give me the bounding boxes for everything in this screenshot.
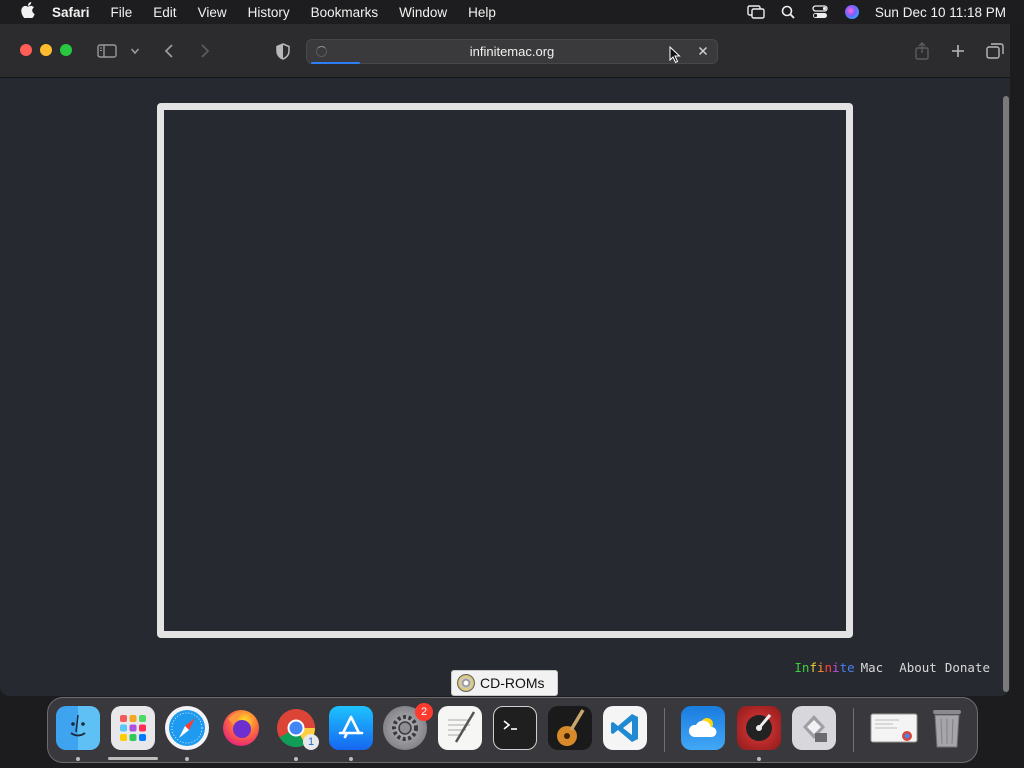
new-tab-icon[interactable] — [948, 41, 968, 61]
menu-file[interactable]: File — [111, 5, 133, 20]
screen-mirroring-icon[interactable] — [747, 5, 765, 19]
menu-app-safari[interactable]: Safari — [52, 5, 90, 20]
menu-bar: Safari File Edit View History Bookmarks … — [0, 0, 1024, 24]
scrollbar-thumb[interactable] — [1003, 96, 1009, 692]
dock-downloads-stack-icon[interactable] — [869, 706, 919, 750]
tab-overview-icon[interactable] — [985, 41, 1005, 61]
dock-trash-icon[interactable] — [925, 706, 969, 750]
chrome-profile-badge: 1 — [303, 734, 319, 750]
infinite-mac-logo[interactable]: Infinite Mac — [794, 660, 883, 675]
safari-window: infinitemac.org Infinite Mac About Donate — [0, 24, 1010, 696]
dock-separator — [664, 708, 665, 752]
dock-firefox-icon[interactable] — [219, 706, 263, 750]
share-icon[interactable] — [912, 41, 932, 61]
privacy-shield-icon[interactable] — [273, 41, 293, 61]
browser-toolbar: infinitemac.org — [0, 24, 1010, 78]
dock-digital-color-meter-icon[interactable] — [737, 706, 781, 750]
brand-mac: Mac — [860, 660, 884, 675]
dock-running-indicator — [185, 757, 189, 761]
dock-finder-icon[interactable] — [56, 706, 100, 750]
dock: 1 2 — [47, 697, 978, 763]
cd-disc-icon — [457, 674, 475, 692]
brand-infinite: Infinite — [794, 660, 855, 675]
stop-loading-icon[interactable] — [695, 43, 711, 59]
minimize-window-button[interactable] — [40, 44, 52, 56]
dock-safari-icon[interactable] — [165, 706, 209, 750]
menu-edit[interactable]: Edit — [153, 5, 176, 20]
mouse-cursor-icon — [669, 45, 681, 69]
cd-roms-button[interactable]: CD-ROMs — [451, 670, 558, 696]
dock-running-indicator — [349, 757, 353, 761]
back-button-icon[interactable] — [160, 41, 178, 61]
control-center-icon[interactable] — [811, 5, 829, 19]
page-load-progress — [311, 62, 361, 64]
forward-button-icon[interactable] — [196, 41, 214, 61]
address-url[interactable]: infinitemac.org — [307, 44, 717, 59]
dock-garageband-icon[interactable] — [548, 706, 592, 750]
close-window-button[interactable] — [20, 44, 32, 56]
sidebar-toggle-icon[interactable] — [96, 41, 118, 61]
page-content: Infinite Mac About Donate — [0, 78, 1010, 696]
dock-weather-icon[interactable] — [681, 706, 725, 750]
menu-view[interactable]: View — [198, 5, 227, 20]
dock-boot-camp-icon[interactable] — [792, 706, 836, 750]
dock-running-indicator — [757, 757, 761, 761]
dock-launchpad-highlight — [108, 757, 158, 760]
menu-history[interactable]: History — [248, 5, 290, 20]
cd-roms-label: CD-ROMs — [480, 675, 545, 691]
chevron-down-icon[interactable] — [128, 41, 142, 61]
siri-icon[interactable] — [843, 5, 861, 19]
settings-update-badge: 2 — [415, 703, 433, 721]
dock-launchpad-icon[interactable] — [111, 706, 155, 750]
dock-terminal-icon[interactable] — [493, 706, 537, 750]
vertical-scrollbar[interactable] — [1002, 96, 1010, 694]
dock-running-indicator — [76, 757, 80, 761]
emulator-screen[interactable] — [157, 103, 853, 638]
spotlight-search-icon[interactable] — [779, 5, 797, 19]
dock-separator — [853, 708, 854, 752]
zoom-window-button[interactable] — [60, 44, 72, 56]
donate-link[interactable]: Donate — [945, 660, 990, 675]
menu-window[interactable]: Window — [399, 5, 447, 20]
menu-clock[interactable]: Sun Dec 10 11:18 PM — [875, 5, 1006, 20]
apple-menu-icon[interactable] — [16, 2, 40, 22]
menu-help[interactable]: Help — [468, 5, 496, 20]
dock-app-store-icon[interactable] — [329, 706, 373, 750]
site-footer-links: Infinite Mac About Donate — [794, 660, 990, 675]
menu-bookmarks[interactable]: Bookmarks — [311, 5, 379, 20]
dock-textedit-icon[interactable] — [438, 706, 482, 750]
dock-vscode-icon[interactable] — [603, 706, 647, 750]
address-bar[interactable]: infinitemac.org — [306, 39, 718, 64]
dock-running-indicator — [294, 757, 298, 761]
about-link[interactable]: About — [899, 660, 937, 675]
